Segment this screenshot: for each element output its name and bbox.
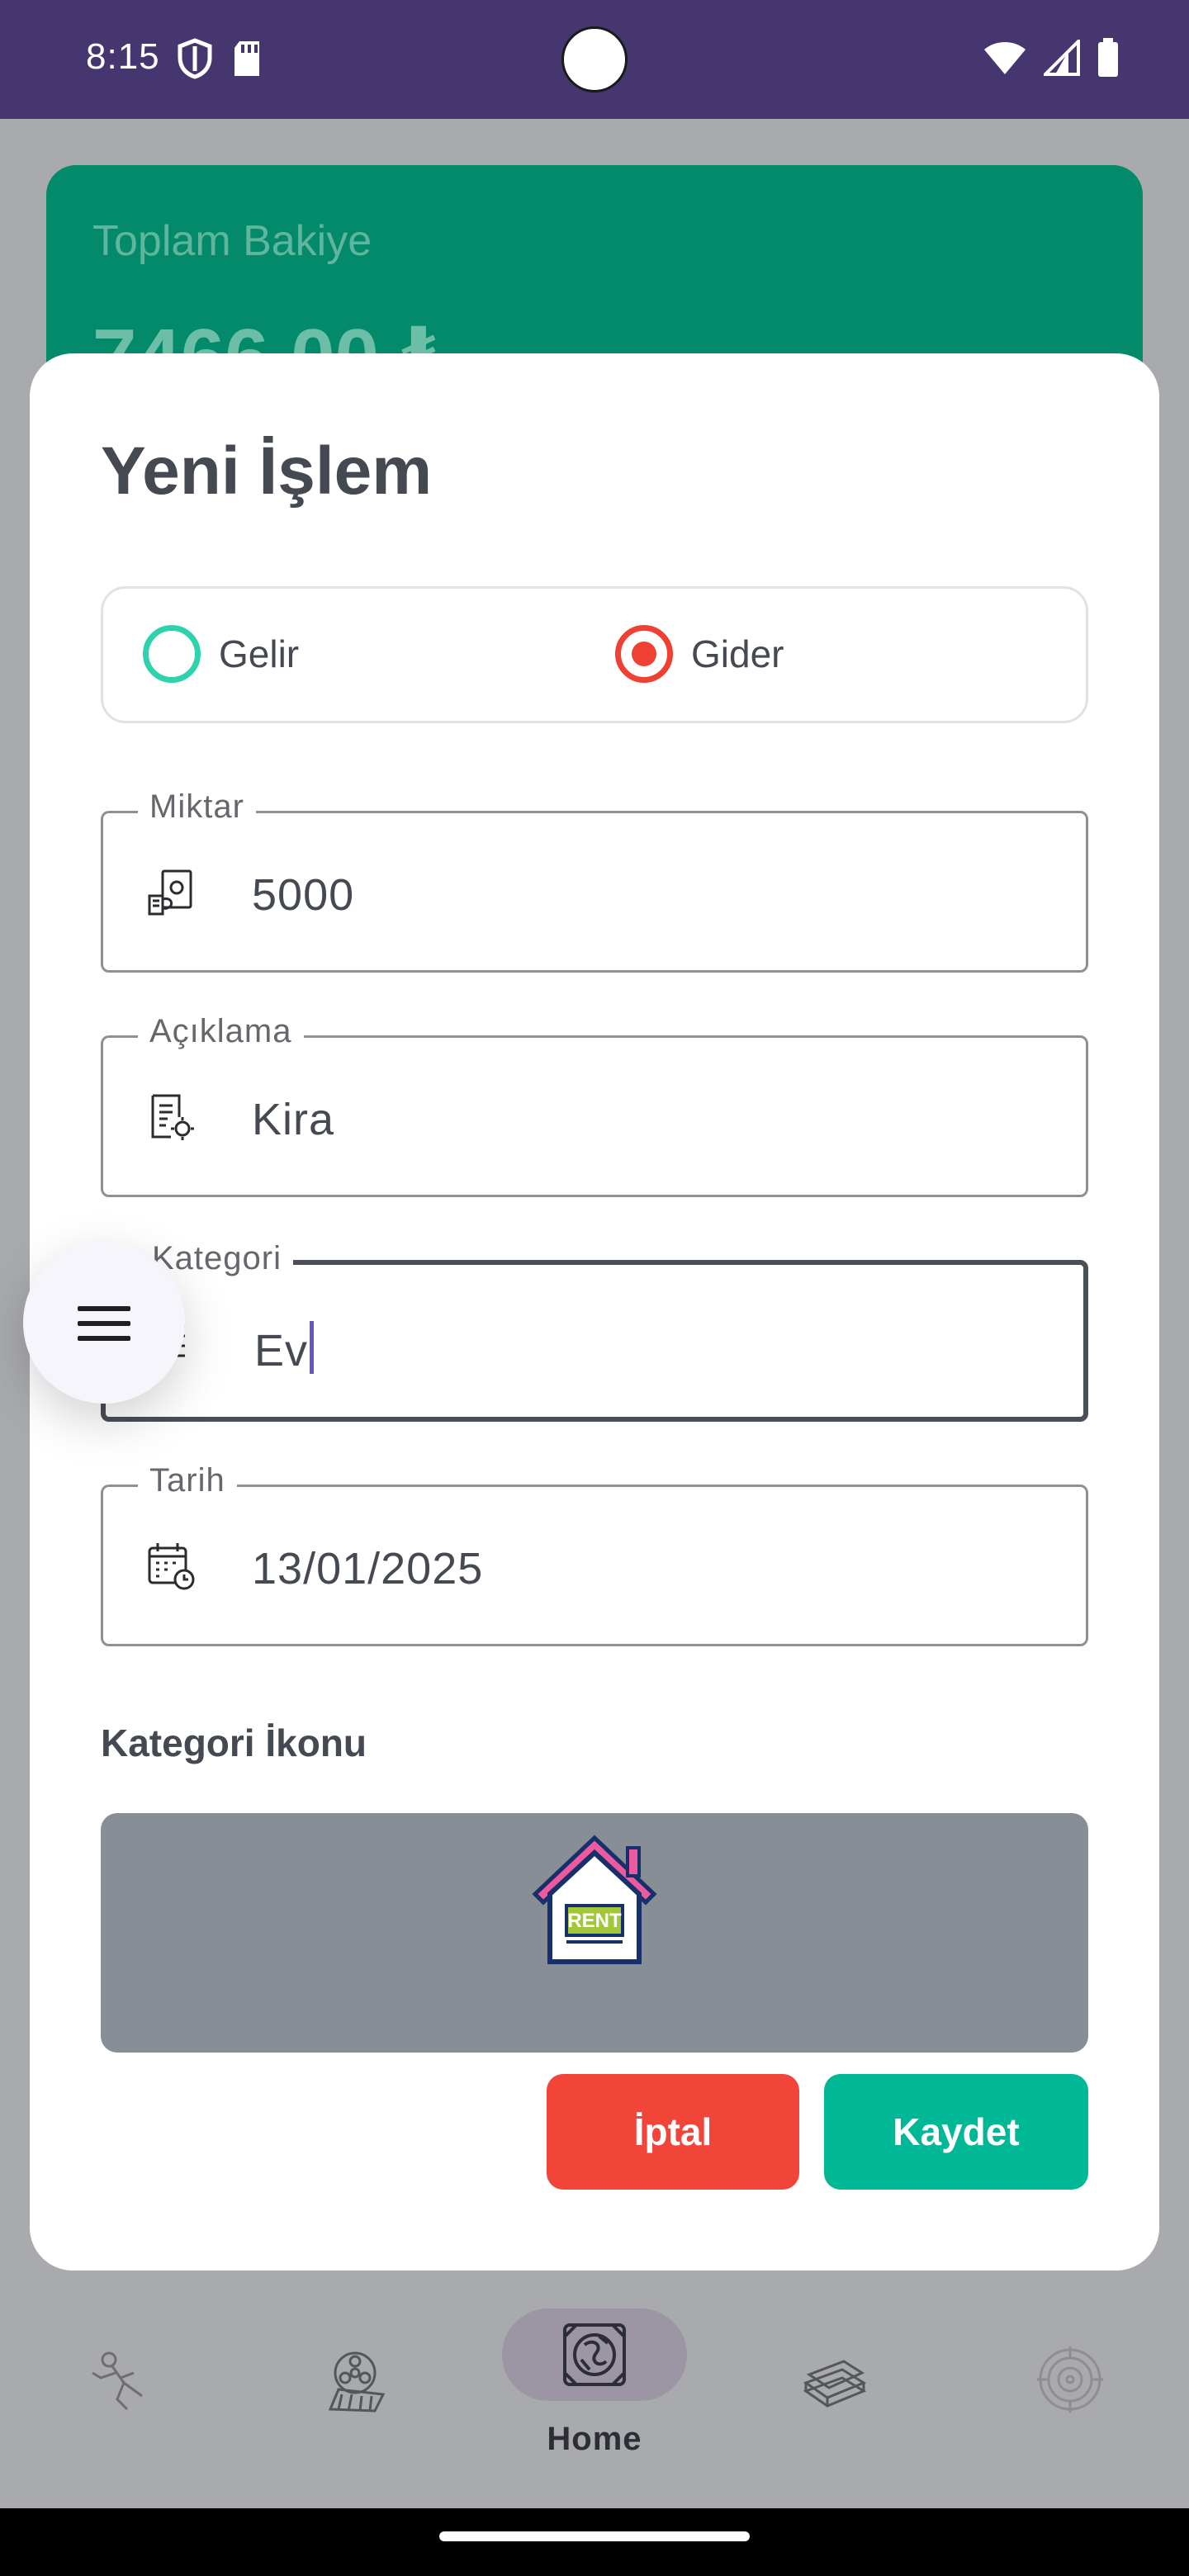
category-field[interactable]: Kategori Ev [101, 1240, 1088, 1422]
date-value: 13/01/2025 [252, 1544, 484, 1593]
text-cursor [310, 1321, 315, 1374]
battery-icon [1098, 38, 1118, 77]
dialog-title: Yeni İşlem [101, 433, 433, 509]
sd-card-icon [234, 41, 259, 76]
category-icon-picker[interactable]: RENT [101, 1813, 1088, 2053]
status-time: 8:15 [86, 36, 160, 77]
target-icon [1037, 2346, 1103, 2413]
category-value-text: Ev [254, 1326, 309, 1376]
transaction-type-group: Gelir Gider [101, 586, 1088, 723]
front-camera [561, 26, 628, 92]
new-transaction-dialog: Yeni İşlem Gelir Gider Miktar 5000 Açıkl… [30, 353, 1159, 2271]
description-field-label: Açıklama [138, 1013, 304, 1050]
date-field[interactable]: Tarih 13/01/2025 [101, 1462, 1088, 1646]
document-settings-icon [151, 1094, 194, 1140]
description-field[interactable]: Açıklama Kira [101, 1013, 1088, 1197]
category-icon-label: Kategori İkonu [101, 1721, 367, 1764]
menu-icon [78, 1306, 130, 1341]
money-icon [148, 869, 192, 916]
description-value: Kira [252, 1095, 335, 1144]
bottom-navigation: Home [0, 2275, 1189, 2508]
gesture-bar [0, 2508, 1189, 2576]
amount-field-label: Miktar [138, 788, 256, 826]
balance-label: Toplam Bakiye [92, 217, 372, 265]
radio-income-label: Gelir [219, 632, 300, 675]
nav-item-target[interactable] [988, 2308, 1153, 2474]
date-field-label: Tarih [138, 1462, 237, 1499]
nav-item-money[interactable] [751, 2308, 917, 2474]
amount-value: 5000 [252, 870, 355, 920]
radio-income[interactable]: Gelir [143, 625, 299, 683]
home-gesture-handle[interactable] [439, 2531, 750, 2541]
radio-expense[interactable]: Gider [615, 625, 784, 683]
shield-icon [178, 38, 212, 79]
category-value: Ev [254, 1321, 315, 1376]
money-stack-icon [803, 2360, 867, 2408]
status-bar: 8:15 [0, 0, 1189, 119]
svg-text:RENT: RENT [567, 1910, 622, 1932]
amount-field[interactable]: Miktar 5000 [101, 788, 1088, 973]
save-button[interactable]: Kaydet [824, 2074, 1088, 2190]
rent-house-icon: RENT [532, 1835, 657, 1964]
film-reel-icon [328, 2351, 386, 2413]
wifi-icon [984, 42, 1026, 74]
radio-income-circle[interactable] [143, 625, 201, 683]
cancel-button[interactable]: İptal [547, 2074, 799, 2190]
calendar-icon [148, 1543, 195, 1590]
menu-fab[interactable] [23, 1242, 185, 1404]
signal-icon [1044, 40, 1080, 76]
radio-expense-label: Gider [691, 632, 784, 675]
diver-icon [92, 2351, 143, 2411]
home-emblem-icon [563, 2323, 626, 2386]
radio-expense-circle[interactable] [615, 625, 673, 683]
